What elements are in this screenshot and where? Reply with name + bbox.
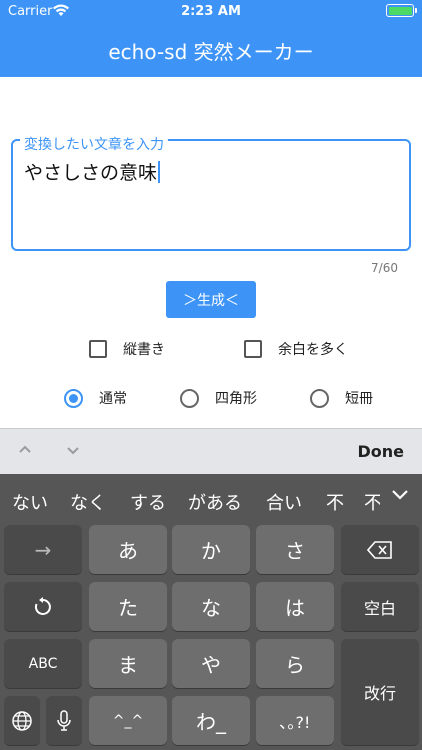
space-key[interactable]: 空白 (341, 582, 419, 631)
key-ya[interactable]: や (172, 639, 250, 688)
status-bar: Carrier 2:23 AM (0, 0, 422, 22)
key-ka[interactable]: か (172, 525, 250, 574)
checkbox-extra-margin[interactable]: 余白を多く (244, 339, 348, 359)
key-na[interactable]: な (172, 582, 250, 631)
suggestion-item[interactable]: 合い (266, 489, 302, 515)
text-input[interactable] (11, 139, 411, 251)
radio-normal-label: 通常 (99, 391, 127, 407)
globe-key[interactable] (4, 696, 40, 745)
suggestion-item[interactable]: なく (70, 489, 106, 515)
app-header: Carrier 2:23 AM echo-sd 突然メーカー (0, 0, 422, 77)
text-caret (158, 161, 161, 183)
suggestion-item[interactable]: 不 (326, 489, 344, 515)
checkbox-extra-margin-label: 余白を多く (278, 342, 348, 358)
abc-key[interactable]: ABC (4, 639, 82, 688)
mic-icon (57, 709, 71, 731)
cursor-right-key[interactable]: → (4, 525, 82, 574)
key-ha[interactable]: は (256, 582, 334, 631)
generate-button[interactable]: ＞生成＜ (166, 281, 256, 318)
text-input-label: 変換したい文章を入力 (20, 134, 168, 154)
key-punctuation[interactable]: ､｡?! (256, 696, 334, 745)
chevron-down-icon[interactable] (64, 441, 82, 459)
suggestion-item[interactable]: ない (12, 489, 48, 515)
suggestion-item[interactable]: する (130, 489, 166, 515)
globe-icon (12, 710, 32, 731)
radio-normal[interactable]: 通常 (64, 388, 127, 408)
key-sa[interactable]: さ (256, 525, 334, 574)
clock: 2:23 AM (181, 4, 241, 19)
suggestion-item[interactable]: 不 (364, 489, 380, 515)
backspace-key[interactable] (341, 525, 419, 574)
key-kaomoji[interactable]: ^_^ (89, 696, 167, 745)
radio-tanzaku[interactable]: 短冊 (310, 388, 373, 408)
key-ma[interactable]: ま (89, 639, 167, 688)
done-button[interactable]: Done (357, 442, 404, 461)
undo-key[interactable] (4, 582, 82, 631)
char-counter: 7/60 (371, 261, 398, 275)
key-a[interactable]: あ (89, 525, 167, 574)
checkbox-icon[interactable] (89, 340, 107, 358)
key-ta[interactable]: た (89, 582, 167, 631)
keyboard: ない なく する がある 合い 不 不 → あ か さ た な は 空白 ABC… (0, 474, 422, 750)
radio-tanzaku-label: 短冊 (345, 391, 373, 407)
mic-key[interactable] (46, 696, 82, 745)
radio-square[interactable]: 四角形 (180, 388, 257, 408)
suggestion-item[interactable]: がある (188, 489, 242, 515)
chevron-up-icon[interactable] (16, 441, 34, 459)
checkbox-icon[interactable] (244, 340, 262, 358)
checkbox-vertical[interactable]: 縦書き (89, 339, 165, 359)
radio-icon[interactable] (180, 388, 199, 408)
keyboard-accessory-bar: Done (0, 428, 422, 474)
suggestion-bar: ない なく する がある 合い 不 不 (0, 474, 422, 524)
backspace-icon (367, 540, 392, 559)
text-input-value[interactable]: やさしさの意味 (24, 158, 161, 185)
radio-selected-icon[interactable] (64, 388, 83, 408)
radio-icon[interactable] (310, 388, 329, 408)
expand-suggestions-icon[interactable] (390, 484, 410, 504)
checkbox-vertical-label: 縦書き (123, 342, 165, 358)
radio-square-label: 四角形 (215, 391, 257, 407)
page-title: echo-sd 突然メーカー (108, 40, 314, 64)
undo-icon (34, 596, 51, 615)
battery-icon (386, 4, 417, 17)
key-ra[interactable]: ら (256, 639, 334, 688)
return-key[interactable]: 改行 (341, 639, 419, 745)
key-wa[interactable]: わ_ (172, 696, 250, 745)
